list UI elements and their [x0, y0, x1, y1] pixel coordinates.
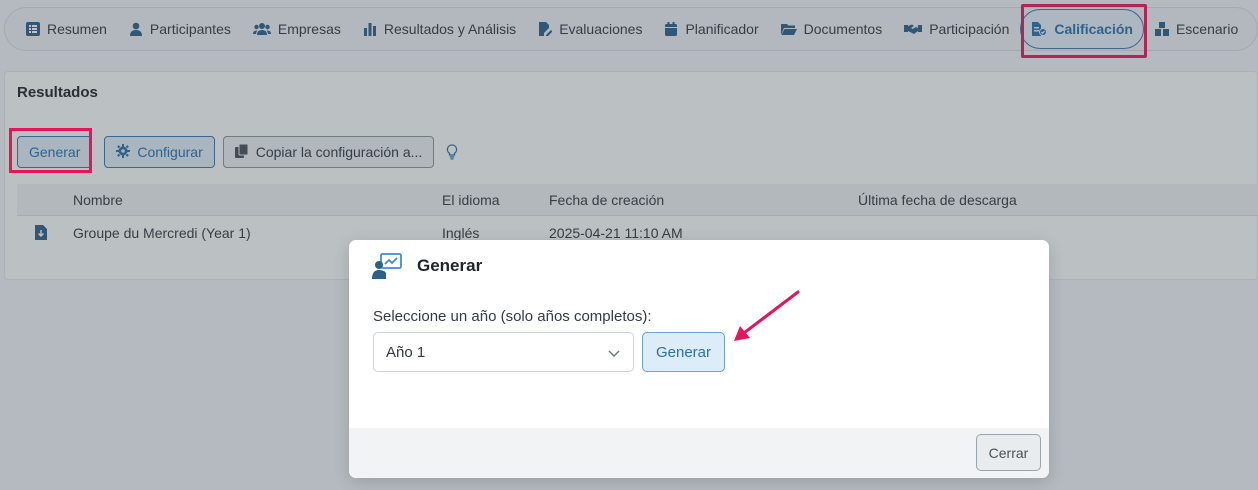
modal-generate-button[interactable]: Generar	[642, 332, 725, 372]
year-select-label: Seleccione un año (solo años completos):	[373, 308, 652, 325]
generate-modal: Generar Seleccione un año (solo años com…	[349, 240, 1049, 478]
modal-footer: Cerrar	[349, 428, 1049, 478]
modal-title: Generar	[417, 256, 483, 275]
presentation-icon	[372, 253, 402, 279]
year-select[interactable]: Año 1	[373, 332, 634, 372]
page: Resumen Participantes Empresas Resultado…	[0, 0, 1258, 490]
chevron-down-icon	[608, 346, 620, 358]
close-button[interactable]: Cerrar	[976, 434, 1041, 471]
year-select-value: Año 1	[386, 343, 426, 361]
